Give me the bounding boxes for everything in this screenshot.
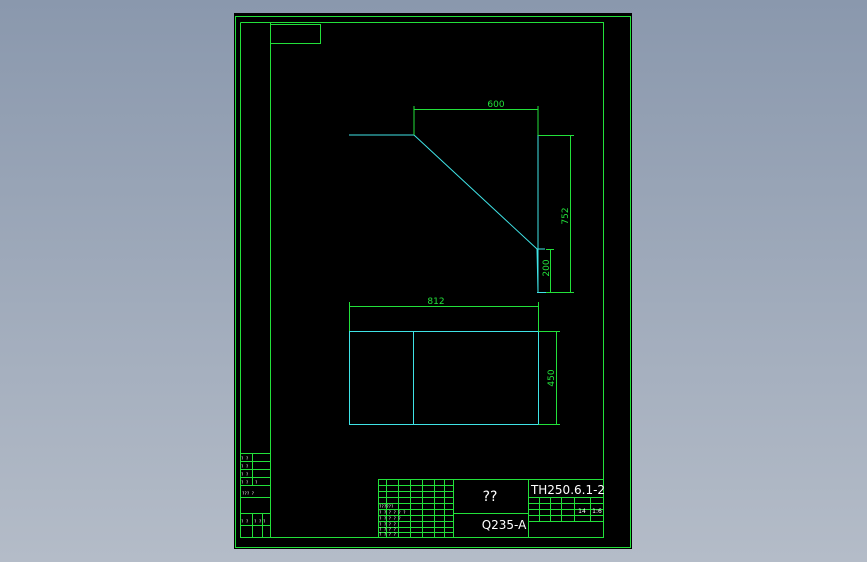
svg-text:?: ?	[263, 519, 266, 524]
signature-grid: ?????? ? ? ? ? ? ? ? ? ? ? ? ? ? ? ? ? ?…	[378, 479, 454, 538]
taper-profile	[349, 134, 539, 294]
dim-bottom-height: 200	[542, 249, 554, 293]
sheet-count: 14	[578, 508, 586, 515]
drawing-number: TH250.6.1-2	[530, 483, 605, 497]
svg-text:??????: ??????	[379, 504, 394, 509]
dim-label-450: 450	[547, 369, 557, 386]
svg-text:? ?: ? ?	[241, 464, 249, 469]
part-rect-view	[349, 331, 539, 425]
cad-drawing: ? ? ? ? ? ? ? ? ? ??? ? ? ? ? ? ? 600 75…	[235, 16, 631, 548]
svg-text:? ? ? ?: ? ? ? ?	[379, 532, 396, 537]
svg-text:? ? ? ? ?: ? ? ? ? ?	[379, 516, 401, 521]
svg-text:?: ?	[255, 480, 258, 485]
dim-top-width: 600	[413, 100, 539, 135]
dim-rect-height: 450	[538, 331, 560, 425]
svg-text:? ?: ? ?	[241, 480, 249, 485]
sheet-outer-border	[235, 16, 631, 548]
dim-rect-width: 812	[349, 297, 539, 331]
rect-outline	[349, 331, 539, 425]
drawing-code-box	[270, 24, 321, 44]
dim-label-200: 200	[542, 259, 552, 276]
svg-text:? ? ? ? ? ?: ? ? ? ? ? ?	[379, 510, 406, 515]
svg-text:??? ?: ??? ?	[242, 491, 255, 496]
drawing-scale: 1:6	[592, 508, 602, 515]
dim-label-752: 752	[561, 207, 571, 224]
svg-text:? ?: ? ?	[241, 456, 249, 461]
part-taper-view	[349, 134, 546, 294]
svg-text:? ?: ? ?	[254, 519, 262, 524]
title-block: ?????? ? ? ? ? ? ? ? ? ? ? ? ? ? ? ? ? ?…	[378, 479, 605, 538]
sheet-inner-frame	[270, 22, 604, 538]
part-name: ??	[483, 489, 498, 505]
svg-text:? ?: ? ?	[241, 519, 249, 524]
material: Q235-A	[482, 518, 527, 532]
side-revision-table: ? ? ? ? ? ? ? ? ? ??? ? ? ? ? ? ?	[240, 453, 271, 538]
dim-label-812: 812	[427, 297, 444, 307]
dim-label-600: 600	[487, 100, 504, 110]
svg-text:? ?: ? ?	[241, 472, 249, 477]
